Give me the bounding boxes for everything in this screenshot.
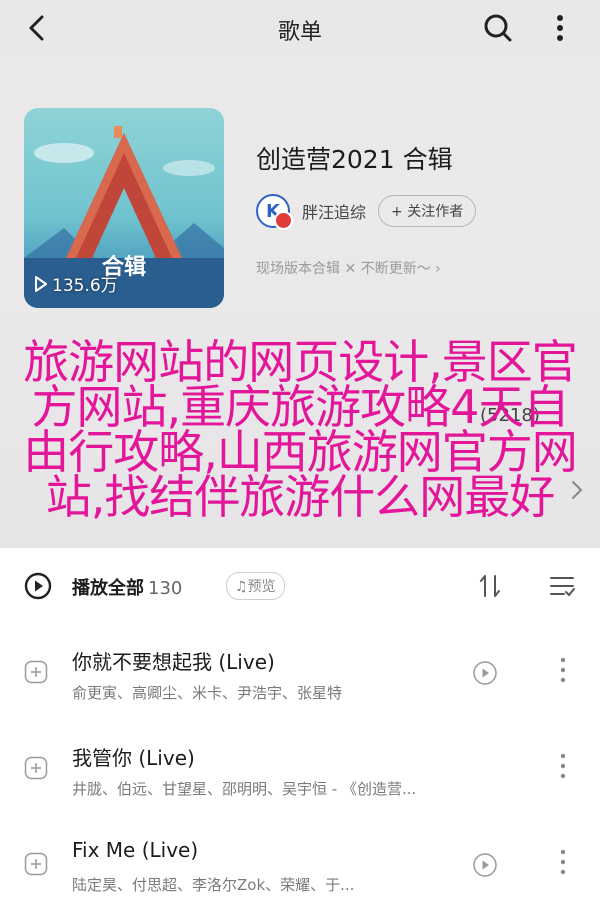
- add-song-icon[interactable]: [24, 660, 48, 684]
- overlay-headline: 旅游网站的网页设计,景区官方网站,重庆旅游攻略4天自由行攻略,山西旅游网官方网站…: [23, 335, 578, 524]
- creator-name[interactable]: 胖汪追综: [302, 199, 366, 223]
- play-circle-icon[interactable]: [24, 572, 52, 600]
- multi-select-icon[interactable]: [548, 572, 576, 600]
- play-count-value: 135.6万: [52, 276, 118, 296]
- play-triangle-icon: [35, 275, 47, 292]
- creator-row: K 胖汪追综 + 关注作者: [256, 194, 477, 230]
- song-artists: 陆定昊、付思超、李洛尔Zok、荣耀、于...: [72, 876, 355, 894]
- more-vertical-icon[interactable]: [556, 750, 570, 782]
- mv-play-icon[interactable]: [472, 660, 498, 686]
- song-row[interactable]: Fix Me (Live) 陆定昊、付思超、李洛尔Zok、荣耀、于...: [0, 814, 600, 910]
- song-title: Fix Me (Live): [72, 838, 199, 862]
- add-song-icon[interactable]: [24, 756, 48, 780]
- song-row[interactable]: 我管你 (Live) 井胧、伯远、甘望星、邵明明、吴宇恒 - 《创造营...: [0, 718, 600, 814]
- song-list: 播放全部 130 ♫预览 你就不要想起我 (Live) 俞更寅、高卿尘、米卡、尹浩…: [0, 548, 600, 910]
- follow-button[interactable]: + 关注作者: [378, 195, 477, 227]
- more-vertical-icon[interactable]: [546, 10, 574, 46]
- album-description[interactable]: 现场版本合辑 ✕ 不断更新～ ›: [256, 258, 441, 278]
- verified-badge-icon: [274, 211, 293, 230]
- song-title: 你就不要想起我 (Live): [72, 650, 275, 674]
- play-all-label: 播放全部: [72, 578, 144, 599]
- song-row[interactable]: 你就不要想起我 (Live) 俞更寅、高卿尘、米卡、尹浩宇、张星特: [0, 622, 600, 718]
- avatar[interactable]: K: [256, 194, 293, 230]
- add-song-icon[interactable]: [24, 852, 48, 876]
- search-icon[interactable]: [480, 10, 516, 46]
- play-all-button[interactable]: 播放全部 130: [72, 574, 182, 600]
- song-artists: 井胧、伯远、甘望星、邵明明、吴宇恒 - 《创造营...: [72, 780, 417, 798]
- play-count: 135.6万: [34, 271, 118, 296]
- album-cover[interactable]: 合辑 135.6万: [24, 108, 224, 308]
- play-all-count: 130: [148, 578, 183, 599]
- play-all-row: 播放全部 130 ♫预览: [0, 548, 600, 622]
- mv-play-icon[interactable]: [472, 852, 498, 878]
- nav-bar: 歌单: [0, 0, 600, 58]
- back-arrow-icon[interactable]: [20, 10, 56, 46]
- song-artists: 俞更寅、高卿尘、米卡、尹浩宇、张星特: [72, 684, 343, 702]
- more-vertical-icon[interactable]: [556, 846, 570, 878]
- song-title: 我管你 (Live): [72, 746, 195, 770]
- album-title: 创造营2021 合辑: [256, 145, 453, 174]
- more-vertical-icon[interactable]: [556, 654, 570, 686]
- sort-icon[interactable]: [476, 572, 504, 600]
- preview-button[interactable]: ♫预览: [226, 572, 285, 600]
